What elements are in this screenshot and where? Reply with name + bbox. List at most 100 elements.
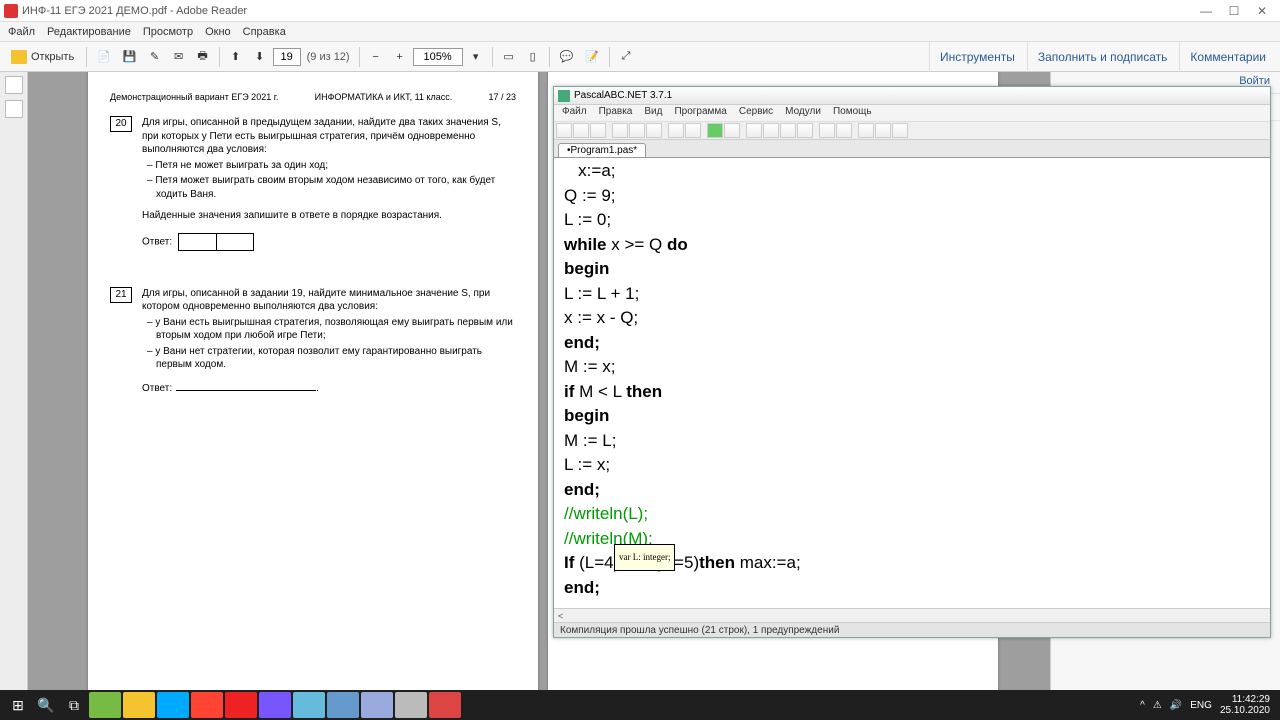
pascal-cut-icon[interactable] — [612, 123, 628, 138]
sidebar-strip — [0, 72, 28, 690]
pascal-menu-edit[interactable]: Правка — [593, 105, 639, 121]
pdf-page-left: Демонстрационный вариант ЕГЭ 2021 г. ИНФ… — [88, 72, 538, 690]
pascal-tool-icon[interactable] — [875, 123, 891, 138]
pascal-undo-icon[interactable] — [668, 123, 684, 138]
zoom-dropdown-icon[interactable]: ▾ — [465, 46, 487, 68]
print-icon[interactable]: 🖶 — [192, 46, 214, 68]
taskbar-app[interactable] — [293, 692, 325, 718]
taskbar-app[interactable] — [327, 692, 359, 718]
attachments-icon[interactable] — [5, 100, 23, 118]
thumbnails-icon[interactable] — [5, 76, 23, 94]
fit-page-icon[interactable]: ▭ — [498, 46, 520, 68]
pascal-tab[interactable]: •Program1.pas* — [558, 143, 646, 157]
answer-line-21 — [176, 390, 316, 391]
menu-edit[interactable]: Редактирование — [41, 24, 137, 40]
sign-icon[interactable]: ✎ — [144, 46, 166, 68]
search-icon[interactable]: 🔍 — [32, 692, 60, 718]
fit-width-icon[interactable]: ▯ — [522, 46, 544, 68]
taskbar-app[interactable] — [89, 692, 121, 718]
tray-net-icon[interactable]: ⚠ — [1153, 700, 1162, 711]
minimize-button[interactable]: — — [1192, 2, 1220, 20]
pascal-tool-icon[interactable] — [780, 123, 796, 138]
taskbar-app[interactable] — [191, 692, 223, 718]
pascal-menu-help[interactable]: Помощь — [827, 105, 878, 121]
taskbar-app[interactable] — [429, 692, 461, 718]
pascal-code-editor[interactable]: x:=a; Q := 9; L := 0; while x >= Q do be… — [554, 158, 1270, 608]
pascal-window[interactable]: PascalABC.NET 3.7.1 Файл Правка Вид Прог… — [553, 86, 1271, 638]
menu-help[interactable]: Справка — [237, 24, 292, 40]
comment-icon[interactable]: 💬 — [555, 46, 579, 68]
highlight-icon[interactable]: 📝 — [580, 46, 604, 68]
menu-view[interactable]: Просмотр — [137, 24, 199, 40]
pascal-menu-modules[interactable]: Модули — [779, 105, 827, 121]
taskbar-app[interactable] — [225, 692, 257, 718]
pascal-menubar: Файл Правка Вид Программа Сервис Модули … — [554, 105, 1270, 122]
pascal-save-icon[interactable] — [590, 123, 606, 138]
toolbar: Открыть 📄 💾 ✎ ✉ 🖶 ⬆ ⬇ (9 из 12) − + ▾ ▭ … — [0, 42, 1280, 72]
tray-lang[interactable]: ENG — [1190, 700, 1212, 711]
pascal-tool-icon[interactable] — [819, 123, 835, 138]
fill-sign-link[interactable]: Заполнить и подписать — [1027, 42, 1178, 72]
task-view-icon[interactable]: ⧉ — [60, 692, 88, 718]
comments-link[interactable]: Комментарии — [1179, 42, 1276, 72]
pascal-tool-icon[interactable] — [858, 123, 874, 138]
taskbar-app[interactable] — [361, 692, 393, 718]
maximize-button[interactable]: ☐ — [1220, 2, 1248, 20]
zoom-out-icon[interactable]: − — [365, 46, 387, 68]
start-button[interactable]: ⊞ — [4, 692, 32, 718]
open-button[interactable]: Открыть — [4, 46, 81, 68]
pdf-icon — [4, 4, 18, 18]
header-right: 17 / 23 — [488, 92, 516, 102]
taskbar-app[interactable] — [259, 692, 291, 718]
pascal-toolbar — [554, 122, 1270, 140]
pascal-statusbar: Компиляция прошла успешно (21 строк), 1 … — [554, 622, 1270, 637]
pascal-stop-icon[interactable] — [724, 123, 740, 138]
pascal-menu-prog[interactable]: Программа — [668, 105, 732, 121]
header-center: ИНФОРМАТИКА и ИКТ, 11 класс. — [315, 92, 453, 102]
close-button[interactable]: ✕ — [1248, 2, 1276, 20]
window-title: ИНФ-11 ЕГЭ 2021 ДЕМО.pdf - Adobe Reader — [22, 5, 1192, 17]
folder-icon — [11, 50, 27, 64]
pascal-copy-icon[interactable] — [629, 123, 645, 138]
pascal-tool-icon[interactable] — [763, 123, 779, 138]
pascal-menu-service[interactable]: Сервис — [733, 105, 779, 121]
pascal-titlebar[interactable]: PascalABC.NET 3.7.1 — [554, 87, 1270, 105]
task-21-body: Для игры, описанной в задании 19, найдит… — [142, 287, 516, 396]
read-mode-icon[interactable]: ⤢ — [615, 46, 637, 68]
pascal-scrollbar[interactable]: < — [554, 608, 1270, 622]
tray-volume-icon[interactable]: 🔊 — [1170, 700, 1182, 711]
pascal-tabs: •Program1.pas* — [554, 140, 1270, 158]
pascal-tool-icon[interactable] — [746, 123, 762, 138]
pascal-menu-file[interactable]: Файл — [556, 105, 593, 121]
tray-clock[interactable]: 11:42:2925.10.2020 — [1220, 694, 1270, 716]
email-icon[interactable]: ✉ — [168, 46, 190, 68]
create-pdf-icon[interactable]: 📄 — [92, 46, 116, 68]
taskbar-app[interactable] — [395, 692, 427, 718]
pascal-tool-icon[interactable] — [836, 123, 852, 138]
menu-window[interactable]: Окно — [199, 24, 237, 40]
pascal-open-icon[interactable] — [573, 123, 589, 138]
pascal-tool-icon[interactable] — [797, 123, 813, 138]
zoom-in-icon[interactable]: + — [389, 46, 411, 68]
pascal-menu-view[interactable]: Вид — [638, 105, 668, 121]
header-left: Демонстрационный вариант ЕГЭ 2021 г. — [110, 92, 278, 102]
task-number-20: 20 — [110, 116, 132, 132]
tray-icon[interactable]: ^ — [1140, 700, 1145, 711]
code-tooltip: var L: integer; — [614, 544, 675, 571]
pascal-run-icon[interactable] — [707, 123, 723, 138]
prev-page-icon[interactable]: ⬆ — [225, 46, 247, 68]
task-number-21: 21 — [110, 287, 132, 303]
tools-link[interactable]: Инструменты — [929, 42, 1025, 72]
pascal-paste-icon[interactable] — [646, 123, 662, 138]
pascal-tool-icon[interactable] — [892, 123, 908, 138]
save-icon[interactable]: 💾 — [118, 46, 142, 68]
pascal-new-icon[interactable] — [556, 123, 572, 138]
menu-file[interactable]: Файл — [2, 24, 41, 40]
pascal-redo-icon[interactable] — [685, 123, 701, 138]
zoom-select[interactable] — [413, 48, 463, 66]
taskbar-app[interactable] — [157, 692, 189, 718]
next-page-icon[interactable]: ⬇ — [249, 46, 271, 68]
taskbar-app[interactable] — [123, 692, 155, 718]
page-input[interactable] — [273, 48, 301, 66]
pascal-icon — [558, 90, 570, 102]
